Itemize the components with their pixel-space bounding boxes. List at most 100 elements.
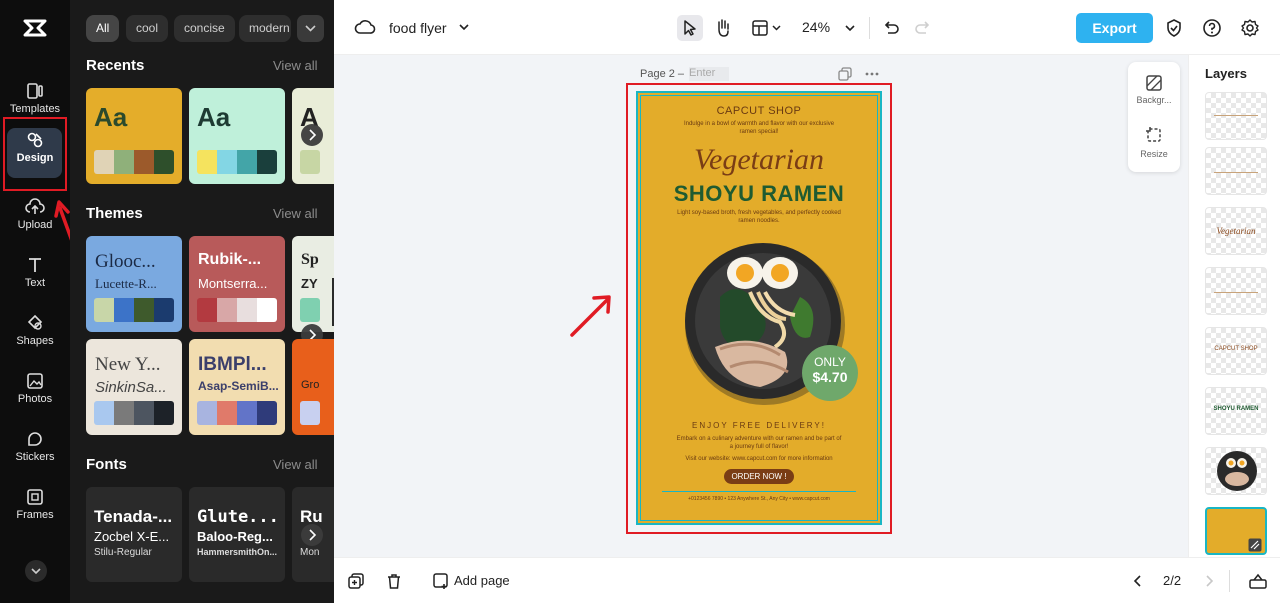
cursor-icon bbox=[684, 20, 696, 36]
export-button[interactable]: Export bbox=[1076, 13, 1153, 43]
layer-thumb-7[interactable] bbox=[1205, 447, 1267, 495]
resize-tool-label[interactable]: Resize bbox=[1128, 149, 1180, 159]
layer-thumb-background[interactable] bbox=[1205, 507, 1267, 555]
pages-panel-icon[interactable] bbox=[1248, 571, 1268, 591]
chevron-left-icon[interactable] bbox=[1131, 573, 1145, 589]
poster-title-script[interactable]: Vegetarian bbox=[636, 143, 882, 177]
rail-item-shapes[interactable]: Shapes bbox=[0, 306, 70, 362]
page-title-input[interactable]: Enter bbox=[689, 67, 729, 81]
layer-thumb-3[interactable]: Vegetarian bbox=[1205, 207, 1267, 255]
duplicate-icon[interactable] bbox=[347, 572, 365, 590]
poster-order-button[interactable]: ORDER NOW ! bbox=[724, 469, 794, 484]
help-icon[interactable] bbox=[1202, 18, 1222, 38]
layer-thumb-text: Vegetarian bbox=[1216, 226, 1256, 236]
rail-item-stickers[interactable]: Stickers bbox=[0, 422, 70, 478]
rail-item-label: Frames bbox=[16, 509, 54, 521]
price-badge[interactable]: ONLY $4.70 bbox=[802, 345, 858, 401]
layout-icon bbox=[752, 20, 781, 36]
rail-item-photos[interactable]: Photos bbox=[0, 364, 70, 420]
app-root: Templates Design Upload Text Shapes Phot… bbox=[0, 0, 1280, 603]
color-swatches bbox=[94, 401, 174, 425]
add-page-icon[interactable] bbox=[432, 572, 450, 590]
color-swatches bbox=[197, 401, 277, 425]
project-title[interactable]: food flyer bbox=[389, 20, 447, 36]
resize-icon[interactable] bbox=[1145, 126, 1163, 144]
theme-heading-font: New Y... bbox=[95, 354, 161, 375]
capcut-logo-icon[interactable] bbox=[22, 16, 48, 40]
chip-concise[interactable]: concise bbox=[174, 15, 235, 42]
theme-card-1[interactable]: Glooc... Lucette-R... bbox=[86, 236, 182, 332]
rail-item-label: Templates bbox=[9, 103, 61, 115]
poster-order-note[interactable]: Embark on a culinary adventure with our … bbox=[676, 435, 842, 451]
layers-panel: Layers Vegetarian CAPCUT SHOP SHOYU RAME… bbox=[1188, 55, 1280, 557]
zoom-level[interactable]: 24% bbox=[802, 19, 830, 35]
more-options-icon[interactable] bbox=[864, 67, 880, 81]
font-card-2[interactable]: Glute... Baloo-Reg... HammersmithOn... bbox=[189, 487, 285, 582]
theme-card-2[interactable]: Rubik-... Montserra... bbox=[189, 236, 285, 332]
layer-thumb-1[interactable] bbox=[1205, 92, 1267, 140]
poster-delivery[interactable]: ENJOY FREE DELIVERY! bbox=[636, 421, 882, 430]
page-counter: 2/2 bbox=[1163, 573, 1182, 588]
photos-icon bbox=[27, 373, 43, 389]
export-label: Export bbox=[1092, 20, 1137, 36]
undo-icon[interactable] bbox=[880, 18, 900, 38]
recents-next-button[interactable] bbox=[301, 124, 323, 146]
shapes-icon bbox=[27, 314, 43, 330]
rail-item-label: Shapes bbox=[16, 335, 54, 347]
canvas-area[interactable]: Page 2 – Enter CAPCUT SHOP Indulge in a … bbox=[334, 55, 1188, 557]
background-icon[interactable] bbox=[1145, 74, 1163, 92]
theme-card-3[interactable]: Sp ZY bbox=[292, 236, 334, 332]
add-page-button[interactable]: Add page bbox=[454, 573, 510, 588]
view-all-recents[interactable]: View all bbox=[273, 58, 318, 73]
chip-cool[interactable]: cool bbox=[126, 15, 169, 42]
rail-item-label: Stickers bbox=[15, 451, 55, 463]
bottom-divider bbox=[1229, 570, 1230, 592]
layer-thumb-4[interactable] bbox=[1205, 267, 1267, 315]
poster-description[interactable]: Light soy-based broth, fresh vegetables,… bbox=[676, 209, 842, 225]
hand-tool-button[interactable] bbox=[710, 15, 736, 41]
font-body: Mon bbox=[300, 547, 320, 558]
chip-all[interactable]: All bbox=[86, 15, 120, 42]
theme-card-4[interactable]: New Y... SinkinSa... bbox=[86, 339, 182, 435]
redo-icon[interactable] bbox=[914, 18, 934, 38]
rail-item-text[interactable]: Text bbox=[0, 248, 70, 304]
background-layer-icon bbox=[1248, 538, 1262, 552]
design-panel: All cool concise modern Recents View all… bbox=[70, 0, 334, 603]
layer-thumb-6[interactable]: SHOYU RAMEN bbox=[1205, 387, 1267, 435]
theme-card-5[interactable]: IBMPl... Asap-SemiB... bbox=[189, 339, 285, 435]
theme-card-6[interactable]: Gro bbox=[292, 339, 334, 435]
font-card-1[interactable]: Tenada-... Zocbel X-E... Stilu-Regular bbox=[86, 487, 182, 582]
cloud-icon[interactable] bbox=[354, 17, 376, 37]
chips-scroll-button[interactable] bbox=[297, 15, 324, 42]
layer-thumb-2[interactable] bbox=[1205, 147, 1267, 195]
view-all-fonts[interactable]: View all bbox=[273, 457, 318, 472]
shield-icon[interactable] bbox=[1164, 18, 1184, 38]
select-tool-button[interactable] bbox=[677, 15, 703, 41]
poster-visit[interactable]: Visit our website: www.capcut.com for mo… bbox=[664, 455, 854, 463]
flyer-poster[interactable]: CAPCUT SHOP Indulge in a bowl of warmth … bbox=[636, 91, 882, 525]
poster-shop-name[interactable]: CAPCUT SHOP bbox=[636, 105, 882, 117]
layer-thumb-5[interactable]: CAPCUT SHOP bbox=[1205, 327, 1267, 375]
poster-contact[interactable]: +0123456 7890 • 123 Anywhere St., Any Ci… bbox=[636, 496, 882, 502]
font-subheading: Zocbel X-E... bbox=[94, 529, 170, 544]
recent-card-2[interactable]: Aa bbox=[189, 88, 285, 184]
chevron-down-icon[interactable] bbox=[458, 21, 470, 33]
background-tool-label[interactable]: Backgr... bbox=[1128, 95, 1180, 105]
price-label: ONLY bbox=[814, 355, 846, 369]
chevron-down-icon[interactable] bbox=[844, 22, 856, 34]
recent-card-1[interactable]: Aa bbox=[86, 88, 182, 184]
poster-title-main[interactable]: SHOYU RAMEN bbox=[636, 181, 882, 207]
layout-menu-button[interactable] bbox=[748, 15, 786, 41]
chip-modern[interactable]: modern bbox=[239, 15, 291, 42]
page-label: Page 2 – bbox=[640, 68, 685, 80]
view-all-themes[interactable]: View all bbox=[273, 206, 318, 221]
section-title-recents: Recents bbox=[86, 57, 145, 74]
fonts-next-button[interactable] bbox=[301, 524, 323, 546]
trash-icon[interactable] bbox=[385, 572, 403, 590]
chevron-right-icon[interactable] bbox=[1202, 573, 1216, 589]
gear-icon[interactable] bbox=[1240, 18, 1260, 38]
duplicate-page-icon[interactable] bbox=[838, 67, 852, 81]
more-tools-button[interactable] bbox=[25, 560, 47, 582]
rail-item-frames[interactable]: Frames bbox=[0, 480, 70, 536]
poster-tagline[interactable]: Indulge in a bowl of warmth and flavor w… bbox=[676, 120, 842, 136]
